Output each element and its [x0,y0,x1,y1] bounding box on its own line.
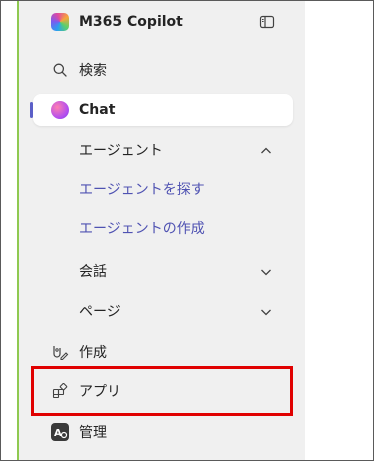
window-frame: M365 Copilot 検索 Chat エージェント エージェントを探す エー… [0,0,374,461]
copilot-logo-icon [51,13,69,31]
nav-item-chat[interactable]: Chat [33,94,291,126]
nav-item-apps-label: アプリ [79,384,121,400]
nav-group-pages-label: ページ [79,304,121,320]
nav-item-search[interactable]: 検索 [33,54,291,86]
nav-item-admin[interactable]: A 管理 [33,416,291,448]
nav-item-chat-label: Chat [79,102,116,118]
nav-group-agents-label: エージェント [79,143,163,159]
nav-group-conversations-label: 会話 [79,264,107,280]
nav-item-admin-label: 管理 [79,425,107,441]
chevron-down-icon [259,304,273,318]
chevron-down-icon [259,264,273,278]
nav-item-create-agent-label: エージェントの作成 [79,221,205,237]
app-header: M365 Copilot [33,6,291,38]
nav-item-find-agents-label: エージェントを探す [79,182,205,198]
admin-icon: A [51,423,69,441]
nav-item-create-agent[interactable]: エージェントの作成 [33,212,291,244]
nav-item-search-label: 検索 [79,63,107,79]
nav-item-create-label: 作成 [79,345,107,361]
apps-icon [51,382,69,400]
nav-group-conversations[interactable]: 会話 [33,255,291,287]
nav-group-agents[interactable]: エージェント [33,134,291,166]
nav-item-apps[interactable]: アプリ [33,375,291,407]
chat-icon [51,101,69,119]
sidebar: M365 Copilot 検索 Chat エージェント エージェントを探す エー… [17,1,305,460]
search-icon [51,61,69,79]
chevron-up-icon [259,143,273,157]
nav-item-find-agents[interactable]: エージェントを探す [33,173,291,205]
nav-group-pages[interactable]: ページ [33,295,291,327]
nav-item-create[interactable]: 作成 [33,336,291,368]
sidebar-toggle-icon[interactable] [259,14,275,30]
svg-text:A: A [54,428,62,439]
create-icon [51,343,69,361]
app-title: M365 Copilot [79,14,183,30]
